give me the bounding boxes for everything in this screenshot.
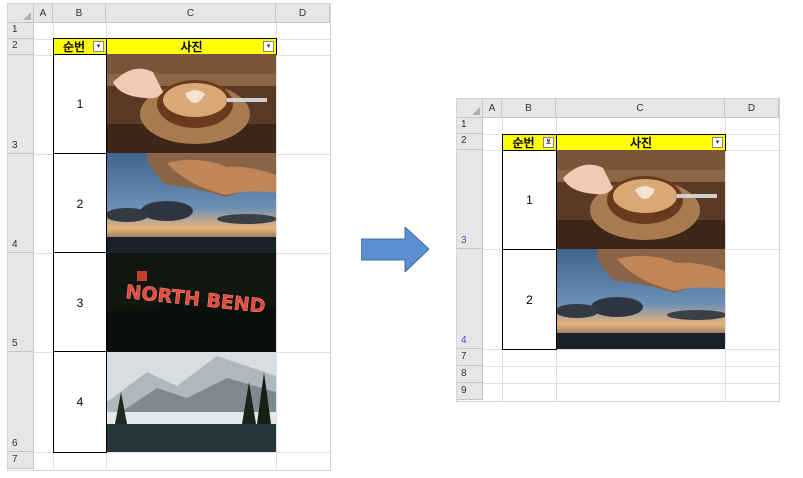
col-header-d[interactable]: D (725, 99, 779, 118)
header-seq[interactable]: 순번 ▾ (53, 38, 107, 55)
select-all-corner[interactable] (457, 99, 483, 118)
row-header-5[interactable]: 5 (8, 253, 34, 352)
row-header-4[interactable]: 4 (457, 249, 483, 349)
photo-latte[interactable] (107, 54, 276, 153)
chevron-down-icon[interactable]: ▾ (93, 41, 104, 52)
row-header-9[interactable]: 9 (457, 383, 483, 400)
filter-icon[interactable]: ⊻ (543, 137, 554, 148)
header-seq-label: 순번 (62, 40, 86, 54)
chevron-down-icon[interactable]: ▾ (263, 41, 274, 52)
col-header-d[interactable]: D (276, 4, 330, 23)
seq-cell[interactable]: 2 (502, 249, 557, 350)
header-photo-label: 사진 (629, 136, 653, 150)
header-seq-label: 순번 (512, 136, 535, 150)
seq-cell[interactable]: 3 (53, 252, 107, 353)
col-header-b[interactable]: B (53, 4, 106, 23)
photo-north-bend[interactable]: NORTH BEND (107, 253, 276, 352)
right-arrow-icon (361, 227, 429, 272)
seq-cell[interactable]: 2 (53, 153, 107, 254)
sunset-image (557, 249, 725, 349)
col-header-a[interactable]: A (483, 99, 502, 118)
row-header-7[interactable]: 7 (8, 452, 34, 469)
header-photo[interactable]: 사진 ▾ (556, 134, 726, 151)
seq-cell[interactable]: 4 (53, 351, 107, 453)
left-sheet: A B C D 1 2 3 4 5 6 7 순번 ▾ 사진 ▾ 1 2 3 4 (7, 3, 331, 471)
row-header-1[interactable]: 1 (8, 23, 34, 39)
photo-sunset[interactable] (107, 153, 276, 253)
row-header-8[interactable]: 8 (457, 366, 483, 383)
row-header-3[interactable]: 3 (457, 150, 483, 249)
row-header-2[interactable]: 2 (8, 39, 34, 55)
col-header-a[interactable]: A (34, 4, 53, 23)
header-photo[interactable]: 사진 ▾ (106, 38, 277, 55)
header-photo-label: 사진 (180, 40, 203, 54)
header-seq[interactable]: 순번 ⊻ (502, 134, 557, 151)
row-header-4[interactable]: 4 (8, 154, 34, 253)
seq-cell[interactable]: 1 (502, 150, 557, 250)
photo-mountain-lake[interactable] (107, 352, 276, 452)
photo-latte[interactable] (557, 150, 725, 249)
col-header-c[interactable]: C (556, 99, 725, 118)
right-sheet: A B C D 1 2 3 4 7 8 9 순번 ⊻ 사진 ▾ 1 2 (456, 98, 780, 402)
row-header-6[interactable]: 6 (8, 352, 34, 452)
north-bend-sign-image: NORTH BEND (107, 253, 276, 352)
row-header-1[interactable]: 1 (457, 118, 483, 134)
sunset-image (107, 153, 276, 253)
select-all-corner[interactable] (8, 4, 34, 23)
row-header-2[interactable]: 2 (457, 134, 483, 150)
row-header-3[interactable]: 3 (8, 55, 34, 154)
mountain-lake-image (107, 352, 276, 452)
row-header-7[interactable]: 7 (457, 349, 483, 366)
col-header-b[interactable]: B (502, 99, 556, 118)
seq-cell[interactable]: 1 (53, 54, 107, 154)
photo-sunset[interactable] (557, 249, 725, 349)
col-header-c[interactable]: C (106, 4, 276, 23)
latte-art-image (107, 54, 276, 153)
chevron-down-icon[interactable]: ▾ (712, 137, 723, 148)
latte-art-image (557, 150, 725, 249)
